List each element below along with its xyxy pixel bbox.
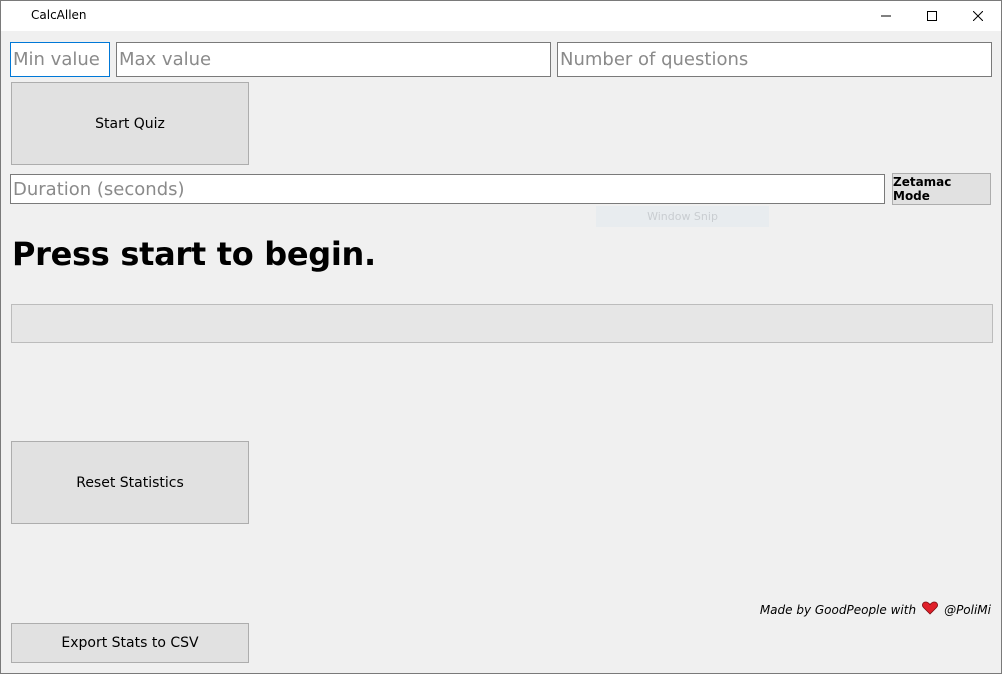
duration-input[interactable] <box>10 174 885 204</box>
heart-icon <box>922 601 938 618</box>
status-message: Press start to begin. <box>12 235 376 273</box>
min-value-input[interactable] <box>10 42 110 77</box>
reset-statistics-button[interactable]: Reset Statistics <box>11 441 249 524</box>
app-window: CalcAllen Start Quiz Zetamac Mode Window… <box>0 0 1002 674</box>
credit-line: Made by GoodPeople with @PoliMi <box>760 601 991 618</box>
credit-prefix: Made by GoodPeople with <box>759 602 917 617</box>
start-quiz-button[interactable]: Start Quiz <box>11 82 249 165</box>
maximize-button[interactable] <box>909 1 955 31</box>
minimize-icon <box>881 15 891 17</box>
window-snip-overlay: Window Snip <box>596 206 769 227</box>
quiz-progress-bar <box>11 304 993 343</box>
credit-suffix: @PoliMi <box>944 602 991 617</box>
number-of-questions-input[interactable] <box>557 42 992 77</box>
title-bar[interactable]: CalcAllen <box>1 1 1001 31</box>
close-icon <box>973 11 983 21</box>
zetamac-mode-button[interactable]: Zetamac Mode <box>892 173 991 205</box>
minimize-button[interactable] <box>863 1 909 31</box>
window-title: CalcAllen <box>31 8 87 22</box>
maximize-icon <box>927 11 937 21</box>
max-value-input[interactable] <box>116 42 551 77</box>
export-stats-csv-button[interactable]: Export Stats to CSV <box>11 623 249 663</box>
close-button[interactable] <box>955 1 1001 31</box>
